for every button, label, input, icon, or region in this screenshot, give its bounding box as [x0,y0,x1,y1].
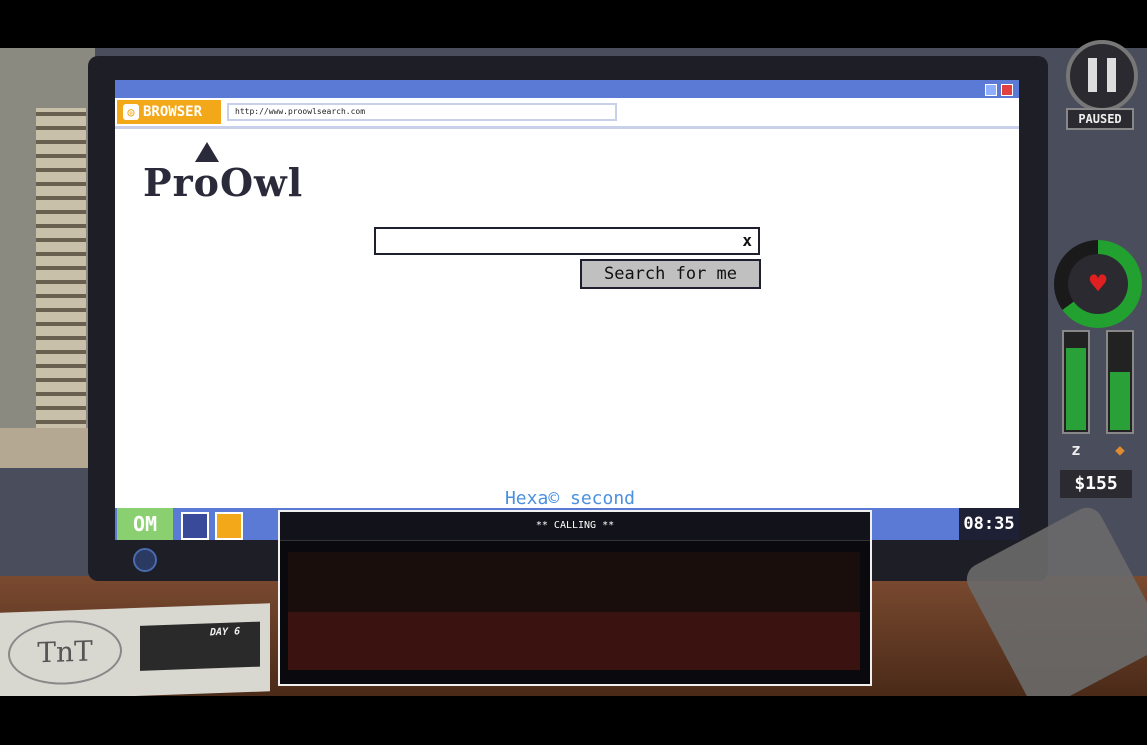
city-buildings [36,108,86,448]
heart-icon: ♥ [1068,254,1128,314]
calling-panel: ** CALLING ** [278,510,872,686]
browser-app-title: BROWSER [143,104,203,120]
owl-hat-icon [195,142,219,162]
money-display: $155 [1060,470,1132,498]
url-bar[interactable]: http://www.proowlsearch.com [227,103,617,121]
sleep-meter [1062,330,1090,434]
newspaper-banner: DAY 6 [140,621,260,671]
clear-search-button[interactable]: x [742,231,752,250]
newspaper[interactable]: TnT DAY 6 [0,603,270,696]
taskbar-app-browser-icon[interactable] [215,512,243,540]
browser-window: ◎ BROWSER http://www.proowlsearch.com Pro… [115,80,1019,540]
calling-header: ** CALLING ** [280,512,870,541]
pause-icon [1088,58,1116,92]
taskbar-app-home-icon[interactable] [181,512,209,540]
day-label: DAY 6 [210,626,241,639]
minimize-button[interactable] [985,84,997,96]
drumstick-icon: ◆ [1115,440,1125,459]
proowl-logo: ProOwl [143,142,304,205]
pause-button[interactable] [1066,40,1138,112]
logo-text: ProOwl [143,160,304,205]
start-button[interactable]: OM [117,508,173,540]
call-video [288,552,860,670]
food-meter-fill [1110,372,1130,430]
window-sill [0,428,95,468]
paused-label: PAUSED [1066,108,1134,130]
health-ring: ♥ [1054,240,1142,328]
food-meter [1106,330,1134,434]
close-button[interactable] [1001,84,1013,96]
search-button[interactable]: Search for me [580,259,761,289]
call-video-floor [288,612,860,670]
newspaper-logo: TnT [8,618,122,687]
sleep-meter-fill [1066,348,1086,430]
power-icon[interactable] [133,548,157,572]
taskbar-clock: 08:35 [959,508,1019,540]
search-input[interactable]: x [374,227,760,255]
browser-icon: ◎ [123,104,139,120]
window [0,48,95,468]
window-titlebar [115,80,1019,98]
game-scene: ◎ BROWSER http://www.proowlsearch.com Pro… [0,48,1147,696]
zzz-icon: z [1071,440,1081,459]
browser-toolbar: ◎ BROWSER http://www.proowlsearch.com [115,98,1019,129]
browser-app-label: ◎ BROWSER [117,100,221,124]
